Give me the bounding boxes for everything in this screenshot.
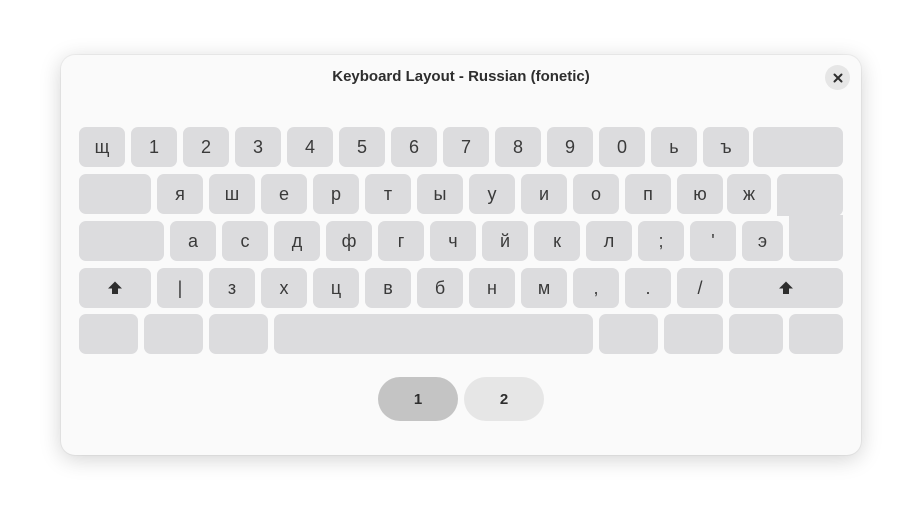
key[interactable]: и [521,174,567,214]
key[interactable]: ю [677,174,723,214]
key[interactable]: з [209,268,255,308]
key[interactable]: 7 [443,127,489,167]
key[interactable]: о [573,174,619,214]
key[interactable]: 6 [391,127,437,167]
backspace-key[interactable] [753,127,843,167]
page-2-button[interactable]: 2 [464,377,544,421]
close-button[interactable] [825,65,850,90]
key[interactable]: н [469,268,515,308]
key[interactable]: , [573,268,619,308]
key[interactable]: д [274,221,320,261]
space-key[interactable] [274,314,593,354]
key[interactable]: 4 [287,127,333,167]
right-shift-key[interactable] [729,268,843,308]
key[interactable]: р [313,174,359,214]
key[interactable]: 8 [495,127,541,167]
capslock-key[interactable] [79,221,164,261]
key[interactable]: ц [313,268,359,308]
key[interactable]: 1 [131,127,177,167]
key[interactable]: щ [79,127,125,167]
key[interactable]: ф [326,221,372,261]
keyboard-layout-dialog: Keyboard Layout - Russian (fonetic) щ 1 … [61,55,861,455]
key[interactable]: ; [638,221,684,261]
shift-icon [779,281,793,294]
key[interactable]: л [586,221,632,261]
key[interactable]: б [417,268,463,308]
key[interactable]: к [534,221,580,261]
super-right-key[interactable] [664,314,723,354]
key[interactable]: 9 [547,127,593,167]
key[interactable]: 0 [599,127,645,167]
key[interactable]: я [157,174,203,214]
enter-key-top[interactable] [777,174,843,216]
key[interactable]: в [365,268,411,308]
key[interactable]: ш [209,174,255,214]
key[interactable]: ж [727,174,771,214]
key[interactable]: / [677,268,723,308]
super-key[interactable] [144,314,203,354]
key[interactable]: 2 [183,127,229,167]
key[interactable]: ь [651,127,697,167]
key[interactable]: г [378,221,424,261]
key[interactable]: у [469,174,515,214]
alt-key[interactable] [209,314,268,354]
key[interactable]: 3 [235,127,281,167]
tab-key[interactable] [79,174,151,214]
key[interactable]: х [261,268,307,308]
key[interactable]: ч [430,221,476,261]
shift-icon [108,281,122,294]
key[interactable]: э [742,221,783,261]
key[interactable]: м [521,268,567,308]
key[interactable]: 5 [339,127,385,167]
key[interactable]: а [170,221,216,261]
ctrl-key[interactable] [79,314,138,354]
key[interactable]: п [625,174,671,214]
key[interactable]: с [222,221,268,261]
key[interactable]: е [261,174,307,214]
ctrl-right-key[interactable] [789,314,843,354]
key[interactable]: | [157,268,203,308]
key[interactable]: т [365,174,411,214]
menu-key[interactable] [729,314,783,354]
key[interactable]: . [625,268,671,308]
left-shift-key[interactable] [79,268,151,308]
dialog-title: Keyboard Layout - Russian (fonetic) [332,68,590,85]
close-icon [833,73,842,82]
page-1-button[interactable]: 1 [378,377,458,421]
enter-key-bottom[interactable] [789,215,843,261]
key[interactable]: ъ [703,127,749,167]
key[interactable]: ' [690,221,736,261]
key[interactable]: й [482,221,528,261]
altgr-key[interactable] [599,314,658,354]
key[interactable]: ы [417,174,463,214]
